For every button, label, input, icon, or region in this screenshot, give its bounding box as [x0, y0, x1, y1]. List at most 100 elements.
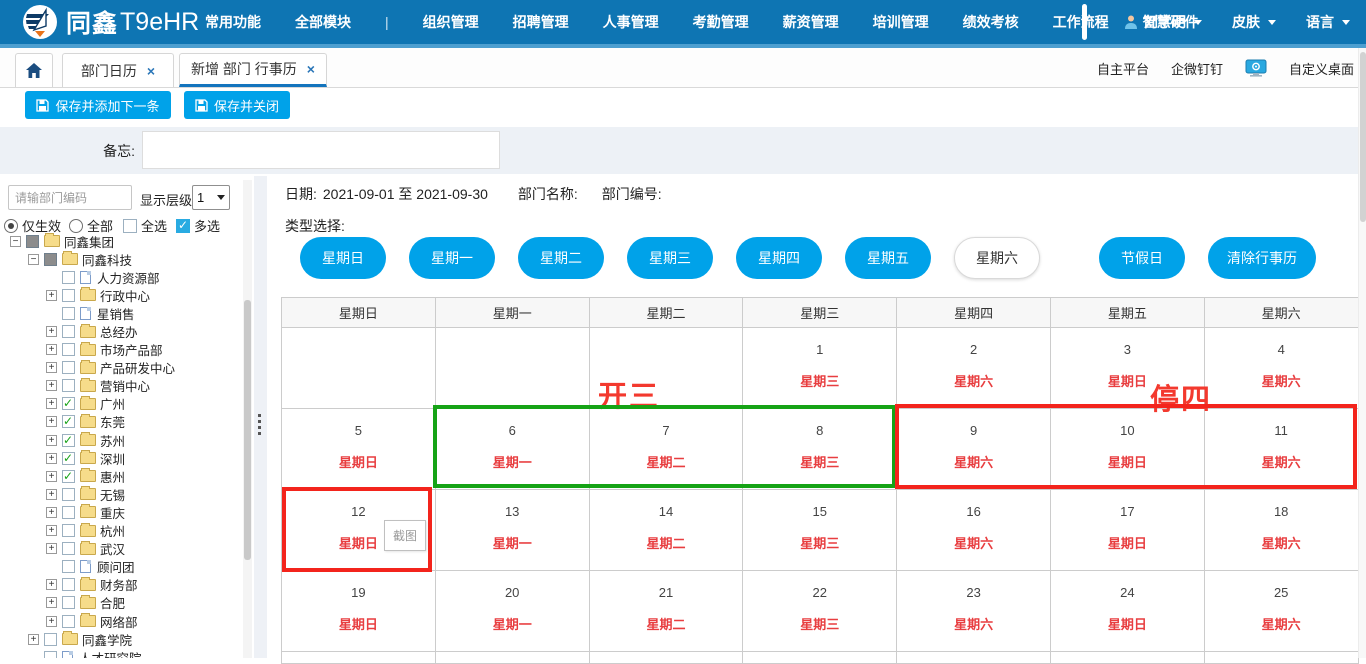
- expand-icon[interactable]: +: [46, 344, 57, 355]
- calendar-day-cell[interactable]: 21星期二: [590, 571, 744, 652]
- tree-node[interactable]: +营销中心: [0, 377, 242, 395]
- radio-active-only[interactable]: [4, 219, 18, 233]
- user-menu[interactable]: 刘学明: [1123, 12, 1202, 32]
- calendar-day-cell[interactable]: [282, 652, 436, 664]
- expand-icon[interactable]: +: [46, 416, 57, 427]
- expand-icon[interactable]: +: [46, 435, 57, 446]
- link-custom-desktop[interactable]: 自定义桌面: [1289, 59, 1354, 78]
- checkbox-select-all[interactable]: [123, 219, 137, 233]
- tree-checkbox[interactable]: [62, 307, 75, 320]
- tree-node[interactable]: +东莞: [0, 413, 242, 431]
- tree-checkbox[interactable]: [62, 542, 75, 555]
- expand-icon[interactable]: +: [46, 597, 57, 608]
- nav-item-2[interactable]: 组织管理: [423, 12, 479, 32]
- expand-icon[interactable]: +: [46, 471, 57, 482]
- language-menu[interactable]: 语言: [1306, 12, 1350, 32]
- navbar-scrollbar[interactable]: [1082, 4, 1087, 40]
- expand-icon[interactable]: +: [46, 579, 57, 590]
- nav-item-6[interactable]: 薪资管理: [783, 12, 839, 32]
- tree-node[interactable]: +杭州: [0, 522, 242, 540]
- calendar-day-cell[interactable]: [1051, 652, 1205, 664]
- tree-node[interactable]: +总经办: [0, 322, 242, 340]
- tree-checkbox[interactable]: [62, 325, 75, 338]
- tree-node[interactable]: −同鑫科技: [0, 250, 242, 268]
- tree-node[interactable]: +网络部: [0, 612, 242, 630]
- nav-item-7[interactable]: 培训管理: [873, 12, 929, 32]
- calendar-day-cell[interactable]: [436, 652, 590, 664]
- nav-item-8[interactable]: 绩效考核: [963, 12, 1019, 32]
- tree-checkbox[interactable]: [62, 488, 75, 501]
- calendar-day-cell[interactable]: 18星期六: [1205, 490, 1359, 571]
- nav-item-3[interactable]: 招聘管理: [513, 12, 569, 32]
- sidebar-scrollbar-thumb[interactable]: [244, 300, 251, 560]
- calendar-day-cell[interactable]: 16星期六: [897, 490, 1051, 571]
- panel-splitter[interactable]: [254, 176, 267, 658]
- calendar-day-cell[interactable]: [282, 328, 436, 409]
- type-button-5[interactable]: 星期五: [845, 237, 931, 279]
- calendar-day-cell[interactable]: 14星期二: [590, 490, 744, 571]
- calendar-day-cell[interactable]: [743, 652, 897, 664]
- calendar-day-cell[interactable]: 19星期日: [282, 571, 436, 652]
- expand-icon[interactable]: +: [46, 543, 57, 554]
- tree-checkbox[interactable]: [62, 615, 75, 628]
- type-button-4[interactable]: 星期四: [736, 237, 822, 279]
- tree-checkbox[interactable]: [62, 397, 75, 410]
- tree-node[interactable]: +苏州: [0, 431, 242, 449]
- tree-checkbox[interactable]: [62, 271, 75, 284]
- tree-node[interactable]: +广州: [0, 395, 242, 413]
- calendar-day-cell[interactable]: 5星期日: [282, 409, 436, 490]
- radio-all[interactable]: [69, 219, 83, 233]
- nav-item-5[interactable]: 考勤管理: [693, 12, 749, 32]
- tree-node[interactable]: 人力资源部: [0, 268, 242, 286]
- expand-icon[interactable]: +: [46, 507, 57, 518]
- tree-checkbox[interactable]: [62, 470, 75, 483]
- calendar-day-cell[interactable]: [436, 328, 590, 409]
- expand-icon[interactable]: +: [46, 326, 57, 337]
- calendar-day-cell[interactable]: 4星期六: [1205, 328, 1359, 409]
- calendar-day-cell[interactable]: 13星期一: [436, 490, 590, 571]
- nav-item-0[interactable]: 常用功能: [205, 12, 261, 32]
- nav-item-9[interactable]: 工作流程: [1053, 12, 1109, 32]
- calendar-day-cell[interactable]: [1205, 652, 1359, 664]
- type-button-6[interactable]: 星期六: [954, 237, 1040, 279]
- page-scrollbar[interactable]: [1358, 48, 1366, 658]
- collapse-icon[interactable]: −: [10, 236, 21, 247]
- save-and-add-button[interactable]: 保存并添加下一条: [25, 91, 171, 119]
- tree-node[interactable]: +重庆: [0, 503, 242, 521]
- tree-checkbox[interactable]: [26, 235, 39, 248]
- tree-node[interactable]: +财务部: [0, 576, 242, 594]
- type-button-1[interactable]: 星期一: [409, 237, 495, 279]
- tree-checkbox[interactable]: [62, 596, 75, 609]
- nav-item-4[interactable]: 人事管理: [603, 12, 659, 32]
- tree-node[interactable]: +同鑫学院: [0, 630, 242, 648]
- tree-node[interactable]: 顾问团: [0, 558, 242, 576]
- expand-icon[interactable]: +: [28, 634, 39, 645]
- calendar-day-cell[interactable]: [897, 652, 1051, 664]
- tree-checkbox[interactable]: [62, 560, 75, 573]
- tree-node[interactable]: +武汉: [0, 540, 242, 558]
- tree-node[interactable]: +市场产品部: [0, 341, 242, 359]
- tree-node[interactable]: −同鑫集团: [0, 232, 242, 250]
- calendar-day-cell[interactable]: 22星期三: [743, 571, 897, 652]
- tree-checkbox[interactable]: [62, 343, 75, 356]
- tree-checkbox[interactable]: [62, 506, 75, 519]
- tree-checkbox[interactable]: [62, 415, 75, 428]
- tree-checkbox[interactable]: [62, 524, 75, 537]
- expand-icon[interactable]: +: [46, 489, 57, 500]
- calendar-day-cell[interactable]: 23星期六: [897, 571, 1051, 652]
- expand-icon[interactable]: +: [46, 616, 57, 627]
- calendar-day-cell[interactable]: 2星期六: [897, 328, 1051, 409]
- sidebar-scrollbar[interactable]: [243, 180, 252, 658]
- type-button-2[interactable]: 星期二: [518, 237, 604, 279]
- expand-icon[interactable]: +: [46, 362, 57, 373]
- tree-checkbox[interactable]: [44, 633, 57, 646]
- expand-icon[interactable]: +: [46, 525, 57, 536]
- type-button-3[interactable]: 星期三: [627, 237, 713, 279]
- tree-checkbox[interactable]: [62, 578, 75, 591]
- tab-new-dept-schedule[interactable]: 新增 部门 行事历 ×: [179, 53, 327, 87]
- nav-item-1[interactable]: 全部模块: [295, 12, 351, 32]
- tree-node[interactable]: +产品研发中心: [0, 359, 242, 377]
- tree-checkbox[interactable]: [62, 434, 75, 447]
- skin-menu[interactable]: 皮肤: [1232, 12, 1276, 32]
- tab-home[interactable]: [15, 53, 53, 87]
